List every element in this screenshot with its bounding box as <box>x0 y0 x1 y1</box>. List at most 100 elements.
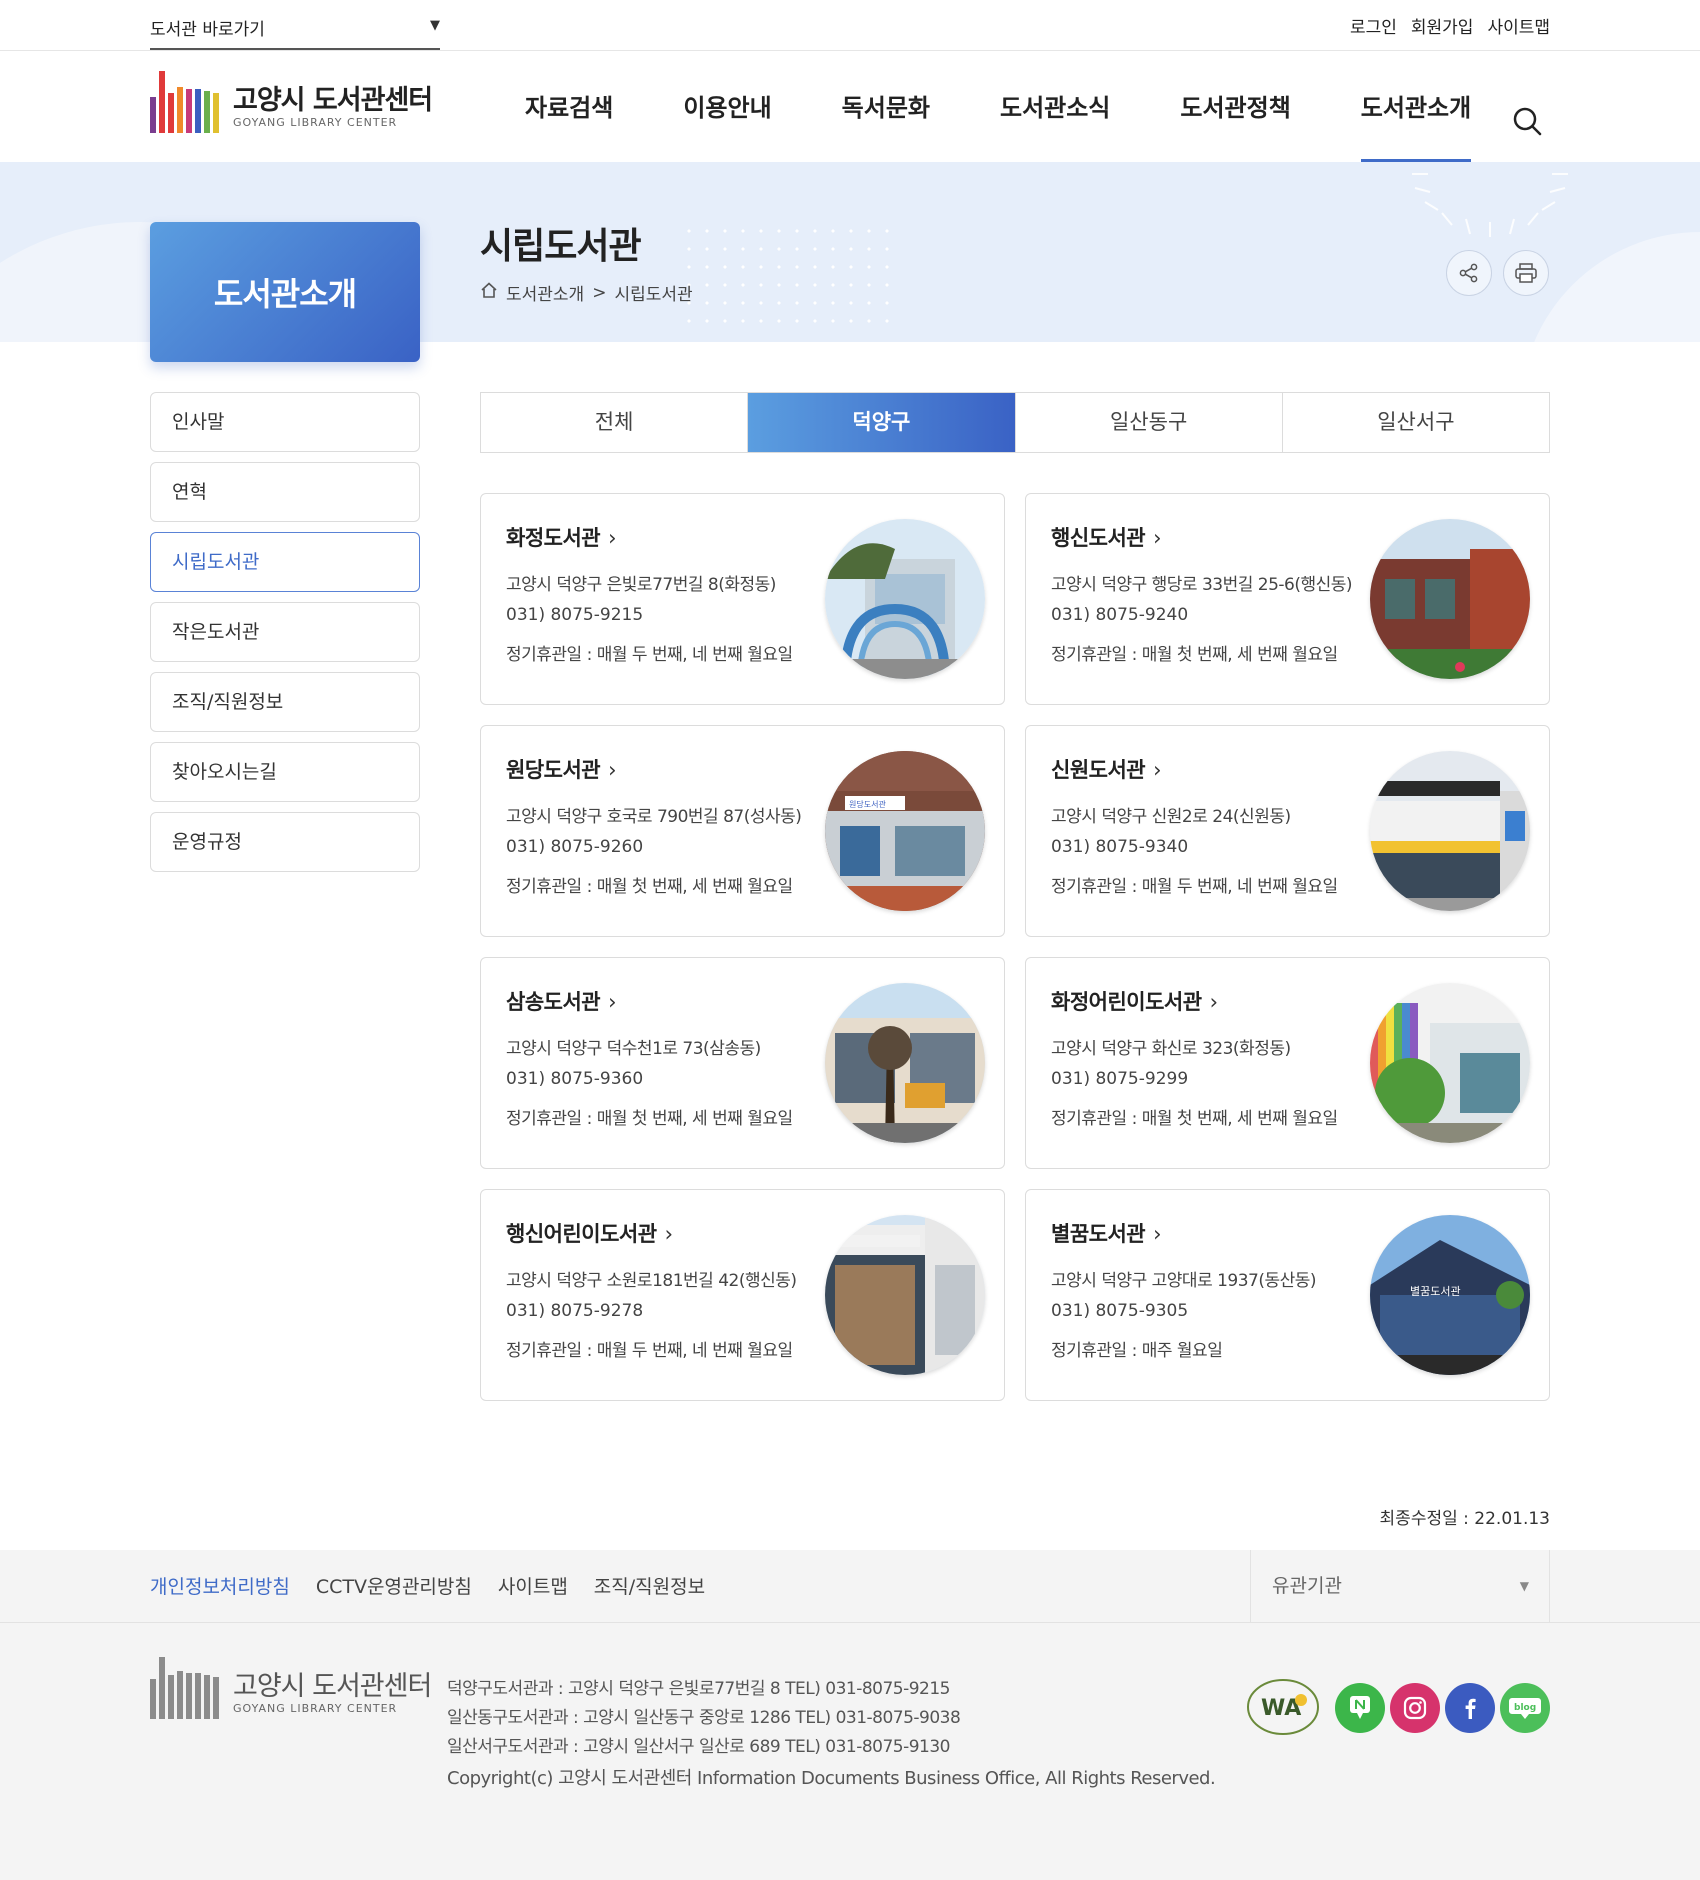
library-card[interactable]: 화정어린이도서관 › 고양시 덕양구 화신로 323(화정동) 031) 8075… <box>1025 957 1550 1169</box>
tab-all[interactable]: 전체 <box>481 393 749 452</box>
library-name-link[interactable]: 원당도서관 › <box>506 754 617 784</box>
instagram-icon[interactable] <box>1390 1683 1440 1733</box>
svg-text:원당도서관: 원당도서관 <box>849 799 886 809</box>
library-address: 고양시 덕양구 덕수천1로 73(삼송동) <box>506 1039 761 1059</box>
decorative-rays <box>1412 173 1568 237</box>
tab-ilsanseo[interactable]: 일산서구 <box>1283 393 1549 452</box>
library-closed-days: 정기휴관일 : 매월 두 번째, 네 번째 월요일 <box>506 645 793 665</box>
lnb-item-history[interactable]: 연혁 <box>150 462 420 522</box>
gnb-item-search[interactable]: 자료검색 <box>490 51 648 162</box>
footer-logo-subtitle: GOYANG LIBRARY CENTER <box>233 1702 398 1715</box>
library-name-link[interactable]: 화정도서관 › <box>506 522 617 552</box>
search-icon[interactable] <box>1508 102 1548 142</box>
library-name-link[interactable]: 행신어린이도서관 › <box>506 1218 673 1248</box>
footer-logo-title: 고양시 도서관센터 <box>233 1671 432 1702</box>
gnb-item-about[interactable]: 도서관소개 <box>1326 51 1506 162</box>
library-card[interactable]: 원당도서관 › 고양시 덕양구 호국로 790번길 87(성사동) 031) 80… <box>480 725 1005 937</box>
library-address: 고양시 덕양구 행당로 33번길 25-6(행신동) <box>1051 575 1353 595</box>
library-photo <box>825 519 985 679</box>
footer-organization-link[interactable]: 조직/직원정보 <box>594 1572 705 1599</box>
print-icon <box>1515 263 1537 283</box>
gnb-item-reading[interactable]: 독서문화 <box>807 51 965 162</box>
footer-contact-info: 덕양구도서관과 : 고양시 덕양구 은빛로77번길 8 TEL) 031-807… <box>447 1675 1216 1793</box>
tab-deogyang[interactable]: 덕양구 <box>748 393 1016 452</box>
library-photo: 원당도서관 <box>825 751 985 911</box>
blog-icon[interactable]: blog <box>1500 1683 1550 1733</box>
chevron-right-icon: › <box>664 1222 673 1246</box>
chevron-right-icon: › <box>608 526 617 550</box>
privacy-policy-link[interactable]: 개인정보처리방침 <box>150 1572 290 1599</box>
library-address: 고양시 덕양구 화신로 323(화정동) <box>1051 1039 1291 1059</box>
library-address: 고양시 덕양구 호국로 790번길 87(성사동) <box>506 807 802 827</box>
breadcrumb: 도서관소개 > 시립도서관 <box>480 280 693 305</box>
footer-sitemap-link[interactable]: 사이트맵 <box>498 1572 568 1599</box>
library-closed-days: 정기휴관일 : 매월 두 번째, 네 번째 월요일 <box>1051 877 1338 897</box>
cctv-policy-link[interactable]: CCTV운영관리방침 <box>316 1572 472 1599</box>
library-name-link[interactable]: 별꿈도서관 › <box>1051 1218 1162 1248</box>
signup-link[interactable]: 회원가입 <box>1411 13 1474 38</box>
global-nav: 자료검색 이용안내 독서문화 도서관소식 도서관정책 도서관소개 <box>490 51 1506 162</box>
related-sites-label: 유관기관 <box>1272 1575 1342 1597</box>
lnb-item-organization[interactable]: 조직/직원정보 <box>150 672 420 732</box>
lnb-item-small-library[interactable]: 작은도서관 <box>150 602 420 662</box>
breadcrumb-separator: > <box>592 282 607 303</box>
sitemap-link[interactable]: 사이트맵 <box>1487 13 1550 38</box>
library-card[interactable]: 행신어린이도서관 › 고양시 덕양구 소원로181번길 42(행신동) 031) … <box>480 1189 1005 1401</box>
library-card[interactable]: 별꿈도서관 › 고양시 덕양구 고양대로 1937(동산동) 031) 8075-… <box>1025 1189 1550 1401</box>
chevron-right-icon: › <box>608 990 617 1014</box>
naver-post-icon[interactable] <box>1335 1683 1385 1733</box>
library-name-link[interactable]: 화정어린이도서관 › <box>1051 986 1218 1016</box>
site-logo[interactable]: 고양시 도서관센터 GOYANG LIBRARY CENTER <box>150 71 433 133</box>
caret-down-icon: ▼ <box>1519 1579 1529 1593</box>
library-phone: 031) 8075-9360 <box>506 1069 644 1089</box>
share-button[interactable] <box>1446 250 1492 296</box>
chevron-right-icon: › <box>1153 526 1162 550</box>
library-photo <box>1370 751 1530 911</box>
chevron-right-icon: › <box>608 758 617 782</box>
library-card[interactable]: 화정도서관 › 고양시 덕양구 은빛로77번길 8(화정동) 031) 8075-… <box>480 493 1005 705</box>
chevron-right-icon: › <box>1153 758 1162 782</box>
print-button[interactable] <box>1503 250 1549 296</box>
gnb-item-guide[interactable]: 이용안내 <box>648 51 806 162</box>
library-name-link[interactable]: 삼송도서관 › <box>506 986 617 1016</box>
library-photo <box>825 1215 985 1375</box>
library-card[interactable]: 신원도서관 › 고양시 덕양구 신원2로 24(신원동) 031) 8075-93… <box>1025 725 1550 937</box>
tab-ilsandong[interactable]: 일산동구 <box>1016 393 1283 452</box>
library-name-link[interactable]: 행신도서관 › <box>1051 522 1162 552</box>
logo-subtitle: GOYANG LIBRARY CENTER <box>233 116 398 129</box>
gnb-item-policy[interactable]: 도서관정책 <box>1145 51 1325 162</box>
footer: 고양시 도서관센터 GOYANG LIBRARY CENTER 덕양구도서관과 … <box>0 1623 1700 1880</box>
breadcrumb-item[interactable]: 도서관소개 <box>506 280 584 305</box>
login-link[interactable]: 로그인 <box>1350 13 1397 38</box>
library-photo <box>825 983 985 1143</box>
share-icon <box>1459 263 1478 283</box>
svg-text:별꿈도서관: 별꿈도서관 <box>1410 1285 1461 1298</box>
home-icon[interactable] <box>480 281 498 304</box>
lnb-item-regulations[interactable]: 운영규정 <box>150 812 420 872</box>
svg-text:blog: blog <box>1514 1703 1536 1713</box>
library-name-link[interactable]: 신원도서관 › <box>1051 754 1162 784</box>
related-sites-select[interactable]: 유관기관 ▼ <box>1250 1550 1550 1623</box>
library-closed-days: 정기휴관일 : 매월 두 번째, 네 번째 월요일 <box>506 1341 793 1361</box>
library-closed-days: 정기휴관일 : 매월 첫 번째, 세 번째 월요일 <box>506 1109 793 1129</box>
library-address: 고양시 덕양구 소원로181번길 42(행신동) <box>506 1271 797 1291</box>
library-card[interactable]: 행신도서관 › 고양시 덕양구 행당로 33번길 25-6(행신동) 031) 8… <box>1025 493 1550 705</box>
last-updated: 최종수정일 : 22.01.13 <box>1379 1509 1550 1529</box>
chevron-right-icon: › <box>1153 1222 1162 1246</box>
utility-bar: 도서관 바로가기 ▼ 로그인 회원가입 사이트맵 <box>0 0 1700 51</box>
library-address: 고양시 덕양구 신원2로 24(신원동) <box>1051 807 1291 827</box>
library-photo <box>1370 519 1530 679</box>
lnb-item-greeting[interactable]: 인사말 <box>150 392 420 452</box>
library-phone: 031) 8075-9215 <box>506 605 644 625</box>
lnb-item-city-library[interactable]: 시립도서관 <box>150 532 420 592</box>
gnb-item-news[interactable]: 도서관소식 <box>965 51 1145 162</box>
library-card[interactable]: 삼송도서관 › 고양시 덕양구 덕수천1로 73(삼송동) 031) 8075-9… <box>480 957 1005 1169</box>
library-shortcut-select[interactable]: 도서관 바로가기 ▼ <box>150 10 440 50</box>
facebook-icon[interactable] <box>1445 1683 1495 1733</box>
library-phone: 031) 8075-9340 <box>1051 837 1189 857</box>
logo-title: 고양시 도서관센터 <box>233 85 433 116</box>
web-accessibility-mark-icon: WA <box>1246 1678 1320 1736</box>
footer-info-line: 일산서구도서관과 : 고양시 일산서구 일산로 689 TEL) 031-807… <box>447 1737 951 1757</box>
lnb-item-directions[interactable]: 찾아오시는길 <box>150 742 420 802</box>
breadcrumb-current: 시립도서관 <box>614 285 693 305</box>
